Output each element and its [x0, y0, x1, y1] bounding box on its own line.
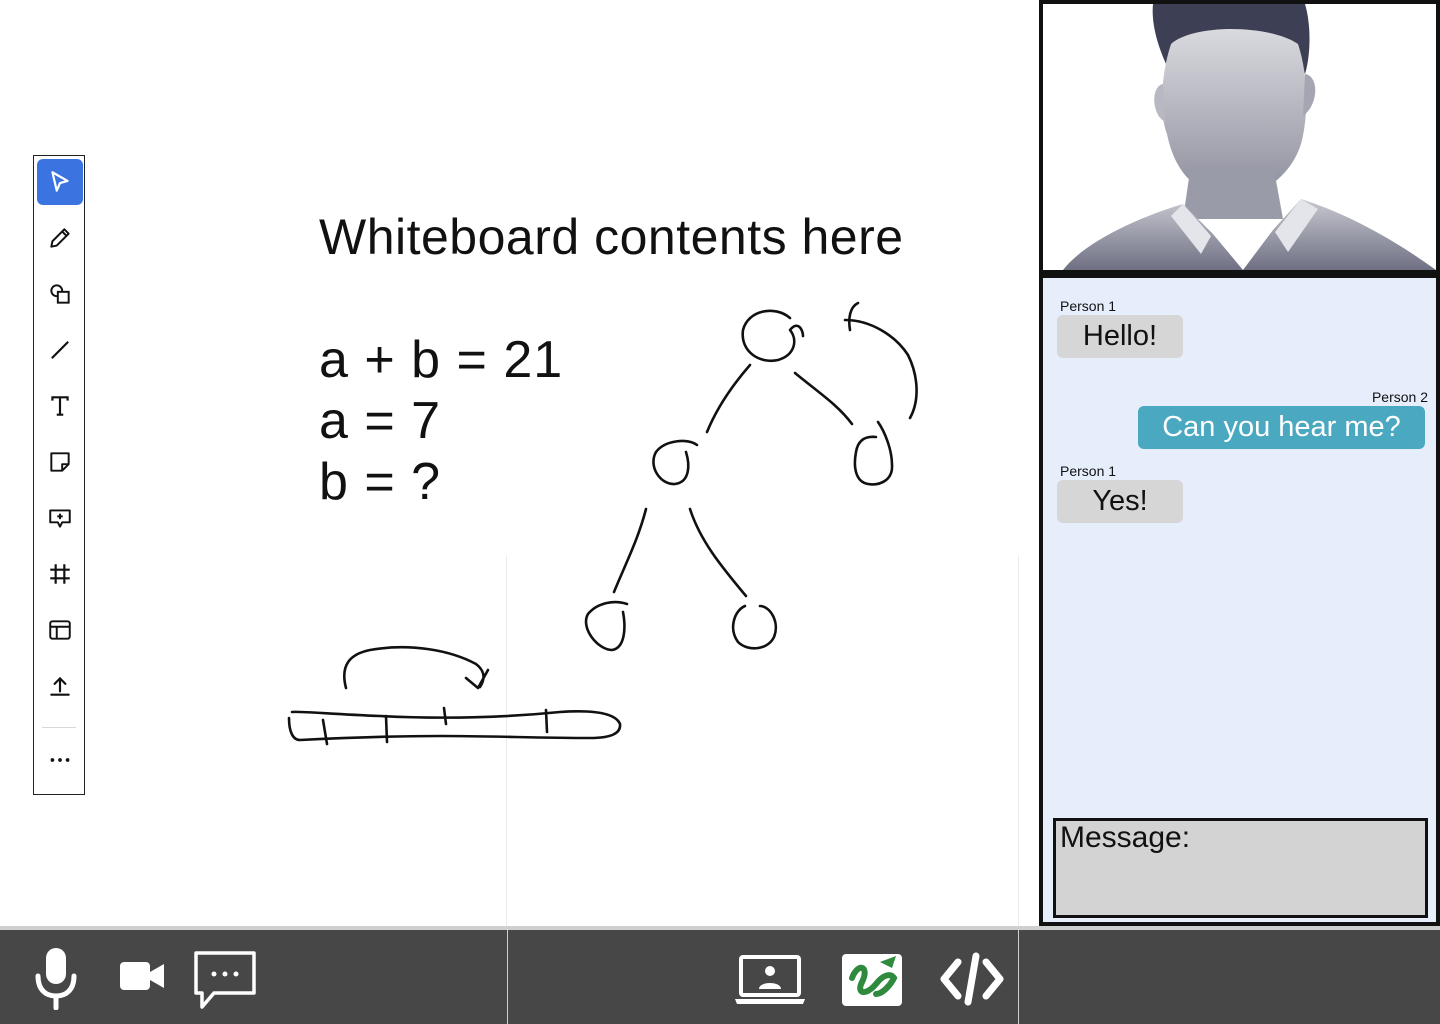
cursor-arrow-icon	[51, 171, 69, 192]
freehand-drawing	[287, 301, 918, 746]
tree-branch	[688, 507, 748, 598]
frame-tool-button[interactable]	[37, 551, 83, 597]
camera-button[interactable]	[114, 948, 170, 1004]
message-input-placeholder: Message:	[1060, 821, 1191, 854]
select-tool-button[interactable]	[37, 159, 83, 205]
screen-share-icon	[735, 955, 805, 1004]
curved-arrow	[843, 301, 918, 420]
sticky-note-tool-button[interactable]	[37, 439, 83, 485]
tick-mark	[544, 708, 549, 734]
video-camera-icon	[120, 962, 164, 990]
equation-line: a = 7	[319, 392, 442, 450]
chat-panel: Person 1 Hello! Person 2 Can you hear me…	[1039, 274, 1440, 926]
tree-branch	[793, 371, 854, 426]
jump-arrow	[343, 645, 490, 690]
tree-node	[853, 420, 894, 486]
equation-line: b = ?	[319, 453, 442, 511]
tree-branch	[705, 363, 752, 434]
sticky-note-icon	[50, 452, 70, 472]
meeting-app: Whiteboard contents here a + b = 21 a = …	[0, 0, 1440, 1024]
whiteboard-title: Whiteboard contents here	[319, 209, 904, 265]
microphone-button[interactable]	[24, 938, 88, 1018]
bar-divider	[1018, 930, 1019, 1024]
shapes-icon	[50, 284, 70, 304]
text-tool-button[interactable]	[37, 383, 83, 429]
message-sender: Person 1	[1060, 463, 1117, 479]
bar-divider	[507, 930, 508, 1024]
chat-message-bubble: Yes!	[1057, 480, 1183, 523]
layout-template-icon	[49, 620, 71, 640]
comment-tool-button[interactable]	[37, 495, 83, 541]
toolbar-divider	[42, 727, 76, 728]
chat-message-bubble: Can you hear me?	[1138, 406, 1425, 449]
tree-node	[731, 604, 778, 650]
text-icon	[51, 396, 69, 416]
tree-root-node	[741, 309, 805, 363]
frame-icon	[50, 564, 70, 584]
upload-icon	[50, 676, 70, 696]
comment-add-icon	[49, 509, 71, 528]
more-tools-button[interactable]	[37, 737, 83, 783]
equation-line: a + b = 21	[319, 331, 564, 389]
line-tool-button[interactable]	[37, 327, 83, 373]
code-icon	[940, 952, 1004, 1006]
chat-message-bubble: Hello!	[1057, 315, 1183, 358]
upload-tool-button[interactable]	[37, 663, 83, 709]
pen-tool-button[interactable]	[37, 215, 83, 261]
message-sender: Person 1	[1060, 298, 1117, 314]
shapes-tool-button[interactable]	[37, 271, 83, 317]
line-icon	[51, 341, 69, 359]
tree-node	[584, 600, 629, 652]
chat-bubble-icon	[194, 951, 256, 1009]
tree-branch	[612, 507, 648, 594]
more-dots-icon	[50, 758, 70, 762]
whiteboard-app-icon	[842, 954, 902, 1006]
pencil-icon	[50, 228, 70, 248]
microphone-icon	[35, 948, 77, 1010]
drawing-toolbar	[33, 155, 85, 795]
canvas-divider	[506, 555, 507, 926]
message-sender: Person 2	[1371, 389, 1428, 405]
participant-video-tile[interactable]	[1039, 0, 1440, 274]
code-button[interactable]	[938, 950, 1006, 1008]
message-input[interactable]: Message:	[1053, 818, 1428, 918]
template-tool-button[interactable]	[37, 607, 83, 653]
person-silhouette-icon	[1063, 4, 1436, 270]
tick-mark	[384, 714, 389, 744]
screen-share-button[interactable]	[733, 950, 807, 1010]
whiteboard-app-button[interactable]	[840, 948, 904, 1010]
tick-mark	[442, 706, 448, 726]
number-line	[287, 710, 622, 742]
whiteboard-canvas[interactable]: Whiteboard contents here a + b = 21 a = …	[0, 0, 1038, 926]
bottom-control-bar	[0, 926, 1440, 1024]
chat-toggle-button[interactable]	[190, 946, 260, 1016]
tree-node	[652, 439, 699, 486]
canvas-divider	[1018, 555, 1019, 926]
tick-mark	[321, 718, 329, 746]
